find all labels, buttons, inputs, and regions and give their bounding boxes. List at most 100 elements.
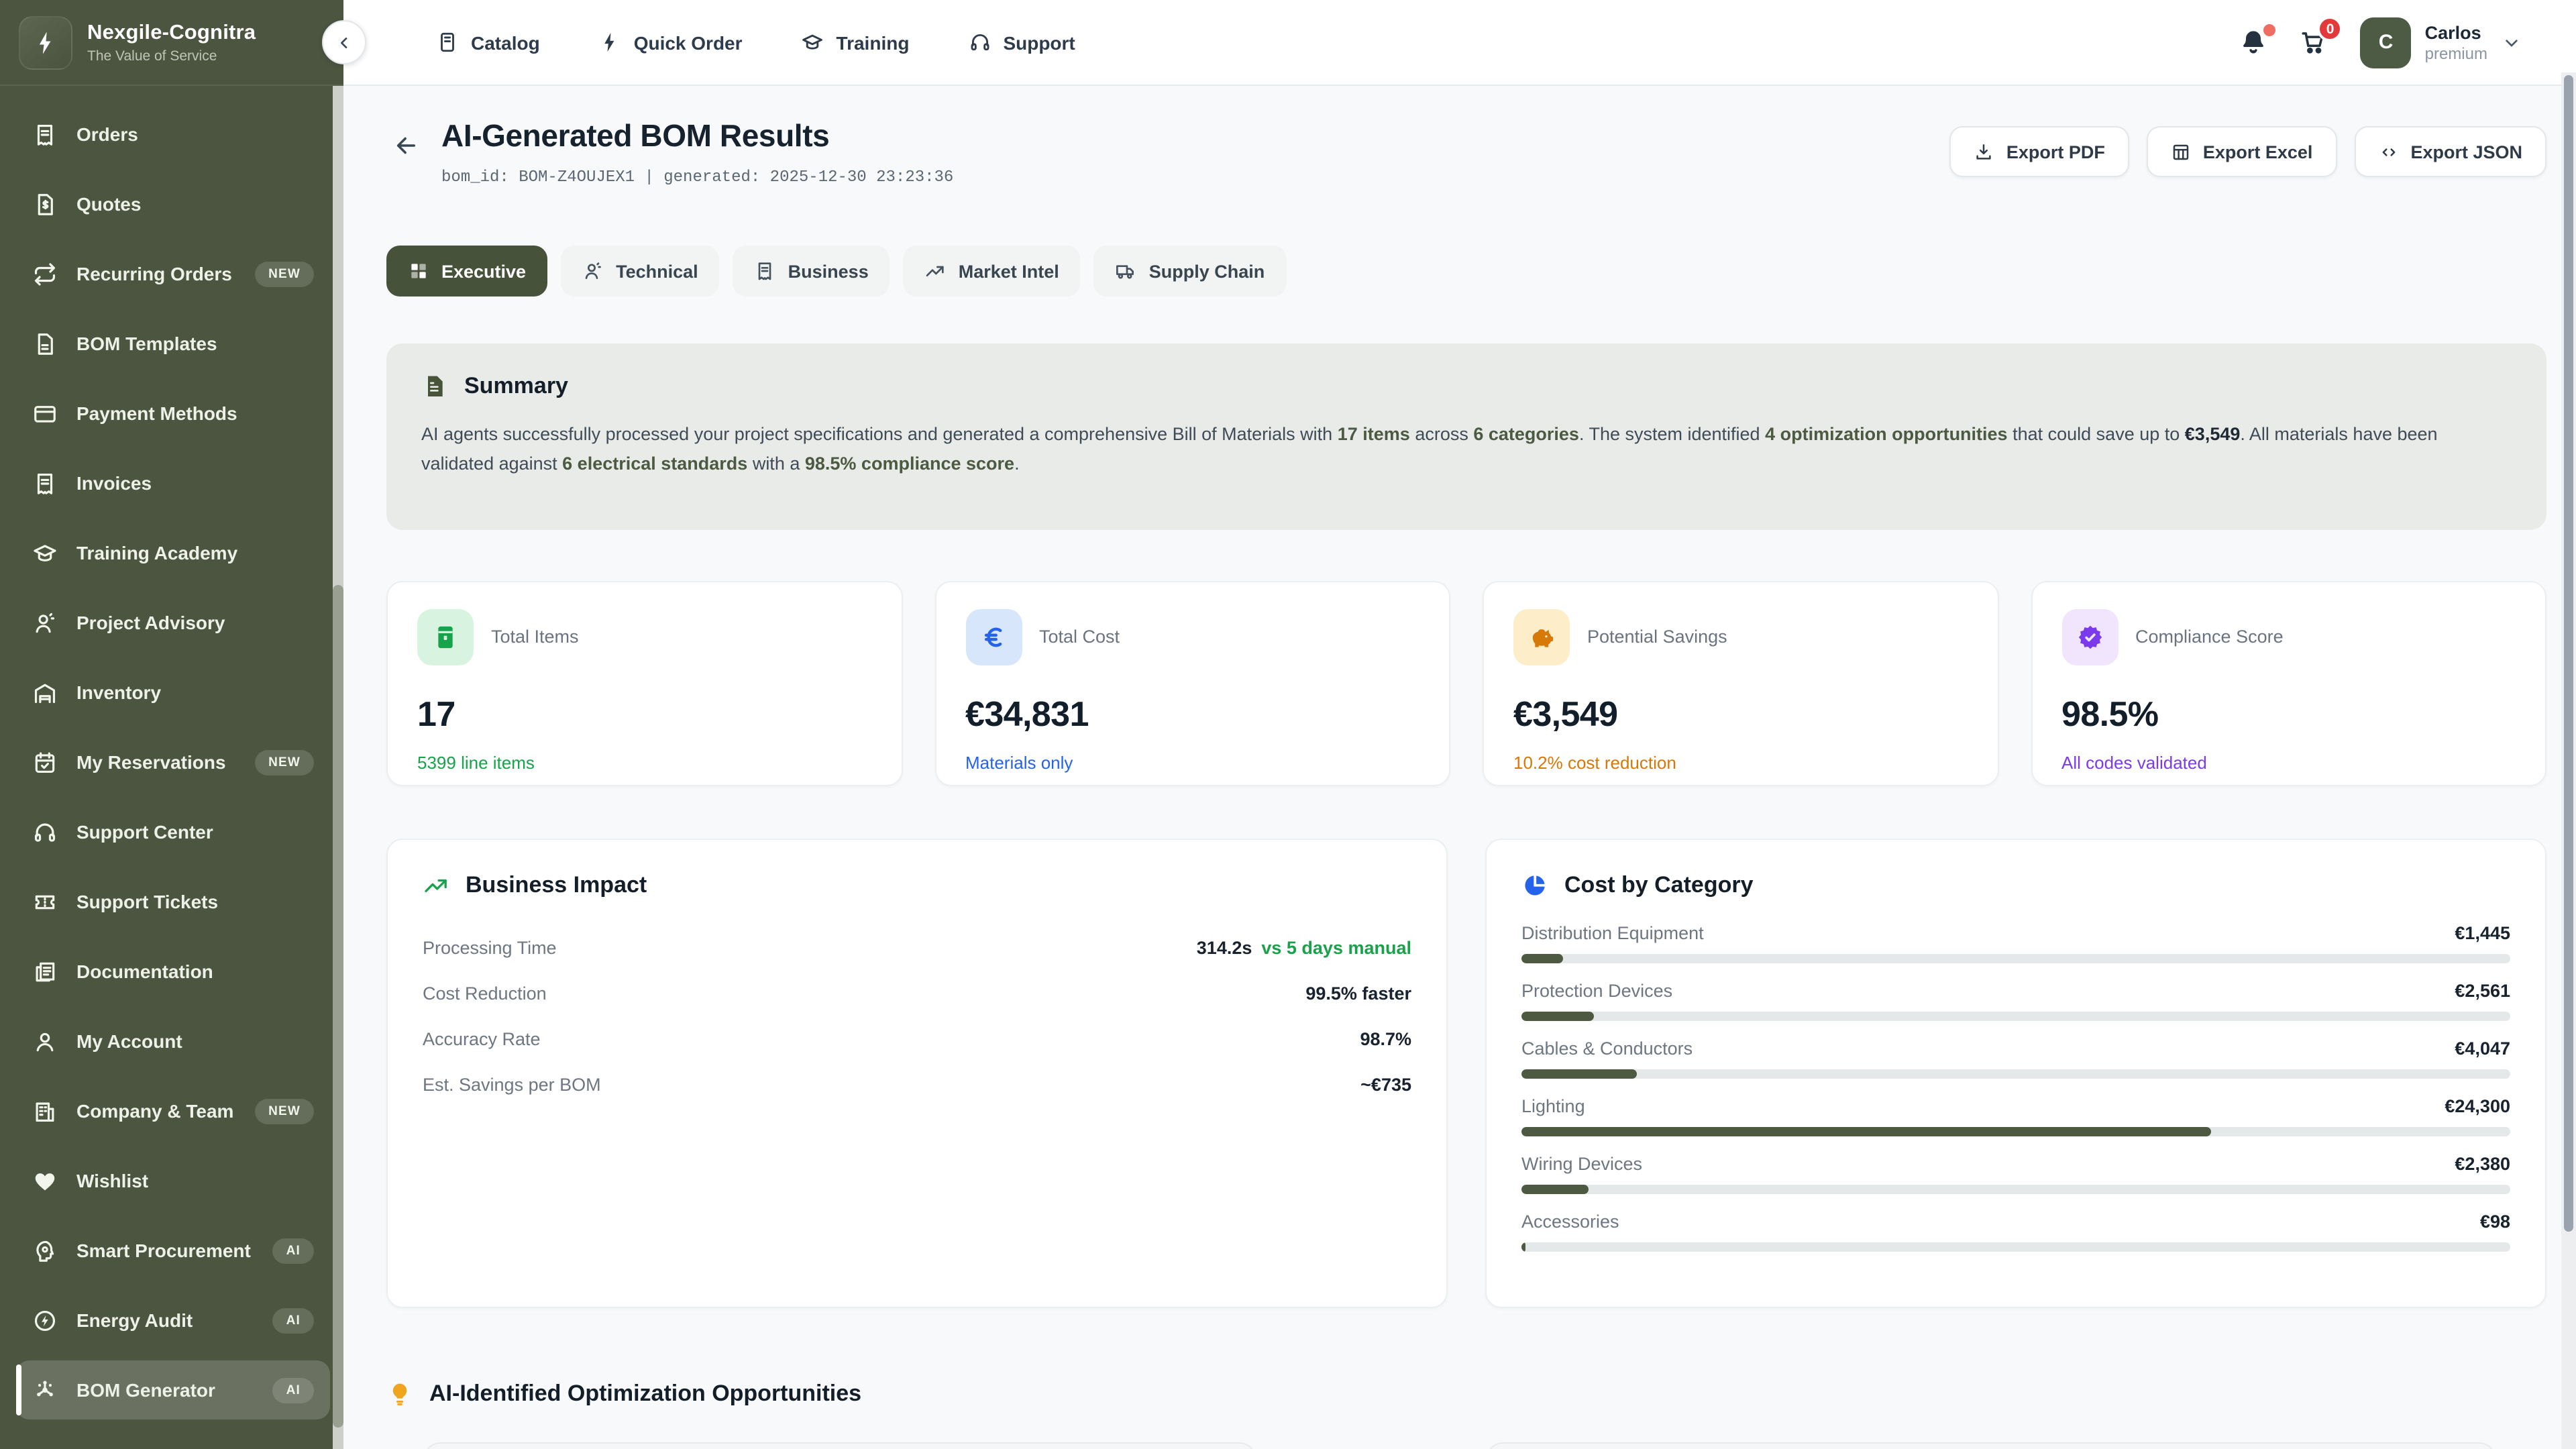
cost-category-label: Wiring Devices (1521, 1154, 1642, 1174)
sidebar-item-label: My Account (76, 1030, 182, 1052)
sidebar-collapse-button[interactable] (322, 20, 366, 64)
sidebar-item-label: Payment Methods (76, 402, 237, 424)
file-invoice-icon (32, 191, 58, 217)
summary-title: Summary (464, 373, 568, 400)
notifications-button[interactable] (2240, 28, 2268, 56)
summary-segment: that could save up to (2008, 424, 2185, 444)
stat-card-total-items: Total Items175399 line items (386, 581, 902, 786)
tab-label: Supply Chain (1149, 261, 1265, 281)
impact-label: Processing Time (423, 938, 557, 959)
file-text-icon (421, 373, 448, 400)
cost-row-protection-devices: Protection Devices€2,561 (1521, 981, 2510, 1021)
impact-value: 314.2svs 5 days manual (1197, 938, 1411, 959)
truck-icon (1116, 260, 1137, 282)
topnav-item-quick-order[interactable]: Quick Order (599, 31, 743, 54)
app-root: Nexgile-Cognitra The Value of Service Or… (0, 0, 2576, 1449)
export-json-button[interactable]: Export JSON (2354, 126, 2546, 177)
bolt-icon (32, 29, 59, 56)
stat-subtext: 5399 line items (417, 753, 871, 773)
sidebar-item-quotes[interactable]: Quotes (16, 174, 330, 233)
sidebar-item-recurring-orders[interactable]: Recurring OrdersNEW (16, 244, 330, 303)
sidebar-item-label: Training Academy (76, 542, 237, 564)
graduation-cap-icon (32, 540, 58, 566)
sidebar-item-support-center[interactable]: Support Center (16, 802, 330, 861)
tab-business[interactable]: Business (733, 246, 890, 297)
tab-supply-chain[interactable]: Supply Chain (1094, 246, 1287, 297)
cart-button[interactable]: 0 (2300, 28, 2328, 56)
sidebar-item-training-academy[interactable]: Training Academy (16, 523, 330, 582)
impact-row-processing-time: Processing Time 314.2svs 5 days manual (423, 926, 1411, 971)
tab-label: Business (788, 261, 869, 281)
sidebar-item-company-team[interactable]: Company & TeamNEW (16, 1081, 330, 1140)
export-button-label: Export JSON (2410, 142, 2522, 162)
cost-category-rows: Distribution Equipment€1,445Protection D… (1521, 923, 2510, 1252)
page-scrollbar-thumb[interactable] (2564, 75, 2573, 1232)
export-excel-button[interactable]: Export Excel (2147, 126, 2337, 177)
sidebar-item-label: Project Advisory (76, 612, 225, 633)
code-icon (2378, 142, 2398, 162)
trending-up-icon (423, 872, 449, 899)
summary-segment: 6 electrical standards (562, 453, 747, 474)
top-navigation: Catalog Quick Order Training Support (436, 31, 1075, 54)
cost-bar-fill (1521, 1185, 1589, 1194)
sidebar-item-label: Company & Team (76, 1100, 233, 1122)
stat-card-top: Total Cost (965, 609, 1419, 665)
page-title: AI-Generated BOM Results (441, 118, 953, 154)
cost-by-category-panel: Cost by Category Distribution Equipment€… (1485, 839, 2546, 1308)
cost-bar-fill (1521, 1069, 1636, 1079)
sidebar-item-label: Invoices (76, 472, 152, 494)
tab-technical[interactable]: Technical (561, 246, 720, 297)
user-plan: premium (2425, 44, 2487, 62)
repeat-icon (32, 261, 58, 286)
stat-value: €34,831 (965, 694, 1419, 735)
back-button[interactable] (386, 126, 425, 165)
piggy-bank-icon (1527, 623, 1556, 652)
stat-label: Total Cost (1039, 627, 1120, 647)
engineer-icon (582, 260, 604, 282)
tab-label: Market Intel (959, 261, 1059, 281)
topnav-item-training[interactable]: Training (802, 31, 910, 54)
sidebar-item-invoices[interactable]: Invoices (16, 453, 330, 513)
page-scrollbar[interactable] (2561, 72, 2576, 1449)
sidebar-item-project-advisory[interactable]: Project Advisory (16, 593, 330, 652)
chevron-left-icon (333, 32, 355, 53)
headset-icon (32, 819, 58, 845)
sidebar-item-label: My Reservations (76, 751, 226, 773)
export-button-label: Export PDF (2006, 142, 2105, 162)
sidebar-item-smart-procurement[interactable]: Smart ProcurementAI (16, 1221, 330, 1280)
sidebar-item-energy-audit[interactable]: Energy AuditAI (16, 1291, 330, 1350)
impact-label: Accuracy Rate (423, 1030, 541, 1050)
user-menu[interactable]: C Carlos premium (2361, 17, 2522, 68)
opportunities-section: AI-Identified Optimization Opportunities (386, 1381, 2546, 1449)
cost-row-wiring-devices: Wiring Devices€2,380 (1521, 1154, 2510, 1194)
user-name: Carlos (2425, 22, 2487, 42)
tab-label: Executive (441, 261, 526, 281)
cost-row-accessories: Accessories€98 (1521, 1212, 2510, 1252)
sidebar-item-inventory[interactable]: Inventory (16, 663, 330, 722)
topnav-item-catalog[interactable]: Catalog (436, 31, 540, 54)
cart-count-badge: 0 (2318, 16, 2343, 42)
sidebar-item-documentation[interactable]: Documentation (16, 942, 330, 1001)
tab-executive[interactable]: Executive (386, 246, 547, 297)
sidebar-scrollbar[interactable] (333, 86, 343, 1449)
cost-category-value: €1,445 (2455, 923, 2510, 943)
brand-name: Nexgile-Cognitra (87, 21, 256, 45)
business-impact-rows: Processing Time314.2svs 5 days manualCos… (423, 926, 1411, 1108)
sidebar-scrollbar-thumb[interactable] (333, 585, 343, 1428)
sidebar-item-bom-templates[interactable]: BOM Templates (16, 314, 330, 373)
cost-bar-track (1521, 1069, 2510, 1079)
cost-bar-track (1521, 1127, 2510, 1136)
sidebar-item-orders[interactable]: Orders (16, 105, 330, 164)
topnav-item-support[interactable]: Support (968, 31, 1075, 54)
hub-icon (32, 1377, 58, 1403)
summary-segment: 17 items (1338, 424, 1410, 444)
sidebar-item-bom-generator[interactable]: BOM GeneratorAI (16, 1360, 330, 1419)
tab-market-intel[interactable]: Market Intel (904, 246, 1081, 297)
export-pdf-button[interactable]: Export PDF (1950, 126, 2129, 177)
sidebar-item-my-account[interactable]: My Account (16, 1012, 330, 1071)
topbar-right: 0 C Carlos premium (2240, 17, 2522, 68)
sidebar-item-wishlist[interactable]: Wishlist (16, 1151, 330, 1210)
sidebar-item-my-reservations[interactable]: My ReservationsNEW (16, 733, 330, 792)
sidebar-item-payment-methods[interactable]: Payment Methods (16, 384, 330, 443)
sidebar-item-support-tickets[interactable]: Support Tickets (16, 872, 330, 931)
